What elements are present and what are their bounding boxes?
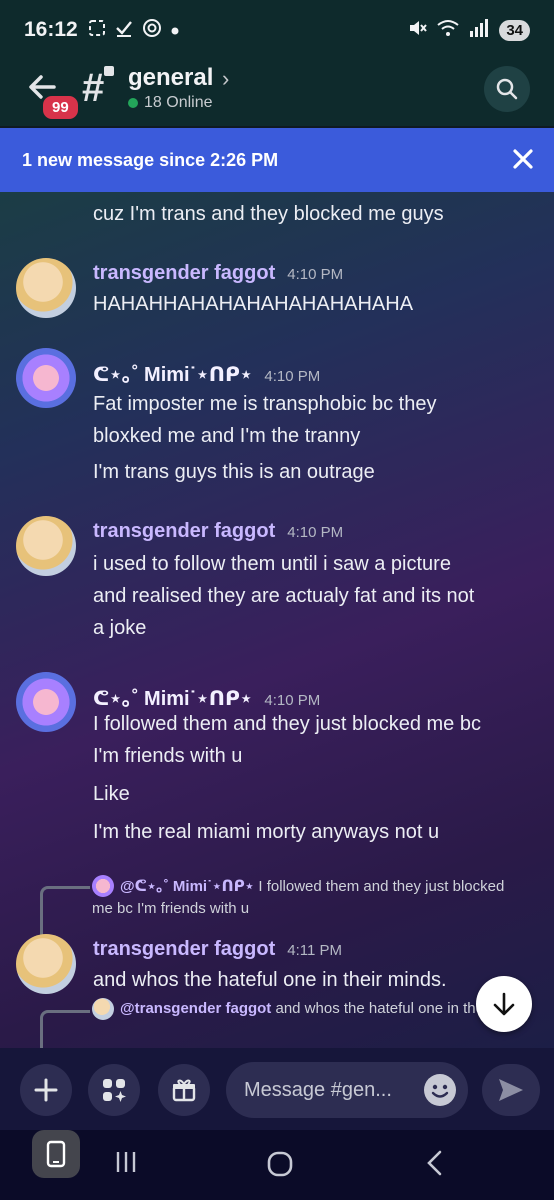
author-name[interactable]: transgender faggot	[93, 520, 275, 543]
apps-sparkle-icon	[103, 1079, 126, 1102]
timestamp: 4:10 PM	[287, 524, 344, 541]
reply-connector	[40, 1010, 90, 1048]
reply-mention: @ᕦ⋆｡˚ Mimi˙⋆ᑎᑭ⋆	[120, 878, 255, 895]
lock-icon	[104, 66, 114, 76]
message-text: cuz I'm trans and they blocked me guys	[93, 203, 444, 225]
avatar[interactable]	[16, 672, 76, 732]
message-text: I'm the real miami morty anyways not u	[93, 821, 440, 843]
gift-button[interactable]	[158, 1064, 210, 1116]
reply-text-continued: me bc I'm friends with u	[92, 900, 250, 917]
online-count: 18 Online	[144, 94, 213, 111]
online-status: 18 Online	[128, 94, 213, 112]
reply-preview: @ᕦ⋆｡˚ Mimi˙⋆ᑎᑭ⋆ I followed them and they…	[120, 876, 534, 898]
battery-indicator: 34	[499, 19, 530, 41]
system-navigation-bar	[0, 1130, 554, 1200]
discord-screen: 16:12 34 99 # general › 18 Online 1 new …	[0, 0, 554, 1200]
apps-button[interactable]	[88, 1064, 140, 1116]
channel-hash-icon: #	[82, 66, 105, 110]
search-button[interactable]	[484, 66, 530, 112]
message-text: Fat imposter me is transphobic bc they	[93, 393, 437, 415]
back-icon[interactable]	[424, 1150, 444, 1181]
timestamp: 4:10 PM	[264, 368, 321, 385]
phone-icon	[46, 1140, 66, 1168]
unread-badge: 99	[40, 93, 81, 122]
signal-icon	[469, 18, 489, 42]
add-attachment-button[interactable]	[20, 1064, 72, 1116]
dot-icon	[171, 20, 179, 40]
message-text: and realised they are actualy fat and it…	[93, 585, 475, 607]
timestamp: 4:11 PM	[287, 942, 342, 959]
author-name[interactable]: transgender faggot	[93, 938, 275, 961]
mute-icon	[407, 18, 428, 43]
wifi-icon	[437, 19, 459, 42]
message-text: Like	[93, 783, 130, 805]
message-text: bloxked me and I'm the tranny	[93, 425, 361, 447]
avatar[interactable]	[16, 258, 76, 318]
reply-text: I followed them and they just blocked	[258, 878, 505, 895]
send-icon	[499, 1079, 523, 1101]
timestamp: 4:10 PM	[264, 692, 321, 709]
channel-header: 99 # general › 18 Online	[0, 60, 554, 126]
new-messages-text: 1 new message since 2:26 PM	[22, 149, 279, 170]
avatar[interactable]	[16, 934, 76, 994]
message-text: and whos the hateful one in their minds.	[93, 969, 447, 991]
jump-to-latest-button[interactable]	[476, 976, 532, 1032]
home-icon[interactable]	[266, 1150, 294, 1183]
search-icon	[496, 78, 518, 100]
reply-preview: @transgender faggot and whos the hateful…	[120, 998, 534, 1020]
reply-avatar	[92, 875, 114, 897]
reply-text: and whos the hateful one in their	[275, 1000, 493, 1017]
author-name[interactable]: ᕦ⋆｡˚ Mimi˙⋆ᑎᑭ⋆	[93, 682, 252, 711]
message-text: I'm trans guys this is an outrage	[93, 461, 375, 483]
timestamp: 4:10 PM	[287, 266, 344, 283]
message-text: I'm friends with u	[93, 745, 243, 767]
avatar[interactable]	[16, 348, 76, 408]
message-text: HAHAHHAHAHAHAHAHAHAHAHA	[93, 293, 414, 315]
recent-apps-icon[interactable]	[114, 1150, 138, 1179]
reply-mention: @transgender faggot	[120, 1000, 272, 1017]
send-button[interactable]	[482, 1064, 540, 1116]
new-messages-banner[interactable]: 1 new message since 2:26 PM	[0, 128, 554, 192]
at-icon	[142, 18, 162, 43]
avatar[interactable]	[16, 516, 76, 576]
status-bar: 16:12 34	[0, 0, 554, 60]
channel-name[interactable]: general	[128, 64, 213, 92]
message-placeholder: Message #gen...	[244, 1078, 392, 1101]
emoji-icon[interactable]	[424, 1074, 456, 1106]
online-dot-icon	[128, 98, 138, 108]
message-text: I followed them and they just blocked me…	[93, 713, 481, 735]
screenshot-icon	[88, 19, 106, 42]
message-list[interactable]: cuz I'm trans and they blocked me guys t…	[0, 192, 554, 1048]
author-name[interactable]: transgender faggot	[93, 262, 275, 285]
screenshot-toolbar-button[interactable]	[32, 1130, 80, 1178]
message-composer: Message #gen...	[0, 1048, 554, 1130]
message-text: i used to follow them until i saw a pict…	[93, 553, 451, 575]
gift-icon	[172, 1079, 196, 1102]
plus-icon	[34, 1078, 58, 1102]
reply-avatar	[92, 998, 114, 1020]
check-icon	[115, 19, 133, 42]
chevron-right-icon[interactable]: ›	[222, 66, 229, 92]
clock: 16:12	[24, 18, 78, 41]
message-input[interactable]: Message #gen...	[226, 1062, 468, 1118]
close-icon[interactable]	[512, 148, 534, 170]
author-name[interactable]: ᕦ⋆｡˚ Mimi˙⋆ᑎᑭ⋆	[93, 358, 252, 387]
message-text: a joke	[93, 617, 147, 639]
arrow-down-icon	[493, 992, 515, 1016]
